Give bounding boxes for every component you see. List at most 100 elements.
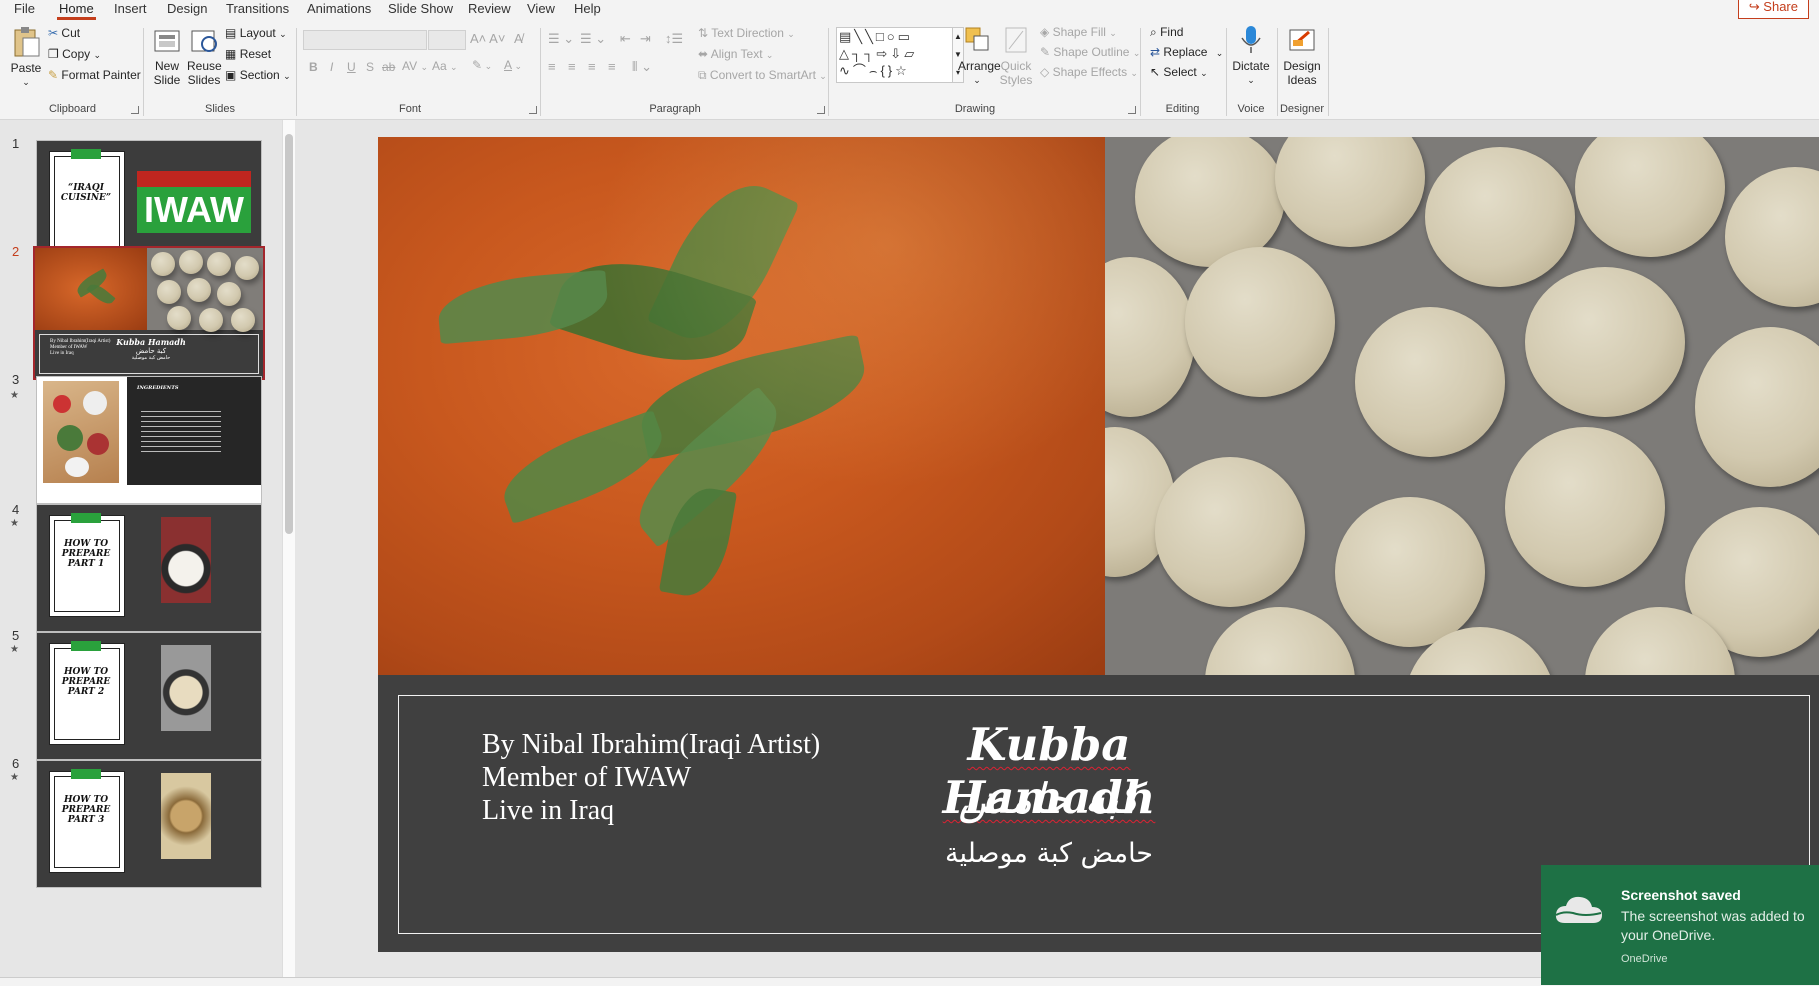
tab-view[interactable]: View	[527, 1, 555, 16]
reuse-slides-button[interactable]: Reuse Slides	[187, 26, 222, 87]
numbering-icon[interactable]: ☰ ⌄	[580, 31, 606, 47]
align-text-icon: ⬌	[698, 47, 709, 61]
italic-button[interactable]: I	[330, 60, 333, 74]
shape-effects-button[interactable]: ◇ Shape Effects ⌄	[1040, 65, 1138, 79]
shape-outline-button[interactable]: ✎ Shape Outline ⌄	[1040, 45, 1140, 59]
booklet-clip	[71, 513, 101, 523]
justify-icon[interactable]: ≡	[608, 59, 616, 74]
new-slide-label: New Slide	[153, 59, 181, 87]
select-button[interactable]: ↖ Select ⌄	[1150, 65, 1208, 79]
tab-transitions[interactable]: Transitions	[226, 1, 289, 16]
paste-button[interactable]: Paste ⌄	[8, 26, 44, 89]
slide-thumbnail-4[interactable]: HOW TO PREPARE PART 1	[36, 504, 262, 632]
broth-photo[interactable]	[378, 137, 1105, 675]
text-direction-button[interactable]: ⇅ Text Direction ⌄	[698, 26, 795, 40]
highlight-icon[interactable]: ✎ ⌄	[472, 58, 492, 72]
font-launcher-icon[interactable]	[529, 106, 537, 114]
bold-button[interactable]: B	[309, 60, 318, 74]
quick-styles-button[interactable]: Quick Styles	[998, 24, 1034, 87]
share-button[interactable]: ↪ Share	[1737, 0, 1809, 19]
bullets-icon[interactable]: ☰ ⌄	[548, 31, 574, 47]
slide-thumbnail-5[interactable]: HOW TO PREPARE PART 2	[36, 632, 262, 760]
reset-button[interactable]: ▦ Reset	[225, 47, 271, 61]
design-ideas-button[interactable]: Design Ideas	[1281, 24, 1323, 87]
increase-indent-icon[interactable]: ⇥	[640, 31, 651, 47]
ingredients-thumb-image	[43, 381, 119, 483]
editing-group-label: Editing	[1165, 103, 1200, 115]
animation-star-icon: ★	[10, 772, 19, 783]
slide-thumbnail-3[interactable]: INGREDIENTS	[36, 376, 262, 504]
current-slide[interactable]: By Nibal Ibrahim(Iraqi Artist) Member of…	[378, 137, 1819, 952]
font-color-icon[interactable]: A ⌄	[504, 58, 522, 72]
cloud-icon	[1555, 896, 1602, 923]
clipboard-launcher-icon[interactable]	[131, 106, 139, 114]
pen-icon: ✎	[1040, 45, 1051, 59]
columns-icon[interactable]: ⫴ ⌄	[632, 59, 652, 75]
tab-design[interactable]: Design	[167, 1, 207, 16]
share-icon: ↪	[1748, 0, 1760, 14]
font-size-combobox[interactable]	[428, 30, 466, 50]
section-button[interactable]: ▣ Section ⌄	[225, 68, 291, 82]
kubba-patties-photo[interactable]	[1105, 137, 1819, 675]
thumbnails-scrollbar[interactable]	[282, 120, 295, 980]
paragraph-launcher-icon[interactable]	[817, 106, 825, 114]
format-painter-button[interactable]: ✎ Format Painter	[48, 68, 141, 82]
tab-insert[interactable]: Insert	[114, 1, 147, 16]
tab-home[interactable]: Home	[57, 1, 96, 20]
clear-format-icon[interactable]: A̸	[514, 31, 523, 46]
grow-font-icon[interactable]: A˄ A˅	[470, 31, 505, 46]
new-slide-button[interactable]: New Slide	[149, 26, 185, 87]
brush-icon: ✎	[48, 68, 59, 82]
align-text-button[interactable]: ⬌ Align Text ⌄	[698, 47, 773, 61]
animation-star-icon: ★	[10, 644, 19, 655]
align-left-icon[interactable]: ≡	[548, 59, 556, 74]
slide-title-arabic[interactable]: كبة حامض	[859, 774, 1239, 823]
slide-thumbnail-6[interactable]: HOW TO PREPARE PART 3	[36, 760, 262, 888]
shape-fill-button[interactable]: ◈ Shape Fill ⌄	[1040, 25, 1117, 39]
effects-icon: ◇	[1040, 65, 1050, 79]
find-button[interactable]: ⌕ Find	[1150, 25, 1183, 40]
align-right-icon[interactable]: ≡	[588, 59, 596, 74]
replace-button[interactable]: ⇄ Replace ⌄	[1150, 45, 1223, 59]
slide-number: 4	[12, 502, 20, 517]
tab-review[interactable]: Review	[468, 1, 511, 16]
drawing-launcher-icon[interactable]	[1128, 106, 1136, 114]
microphone-icon	[1241, 26, 1261, 53]
shadow-button[interactable]: S	[366, 60, 374, 74]
onedrive-toast[interactable]: Screenshot saved The screenshot was adde…	[1541, 865, 1819, 985]
character-spacing-button[interactable]: AV ⌄	[402, 59, 428, 73]
slide-thumbnails-pane: 1 “IRAQI CUISINE” IWAW 2 By Nibal Ibrahi…	[0, 120, 300, 985]
arrange-button[interactable]: Arrange ⌄	[958, 24, 1001, 87]
copy-icon: ❐	[48, 47, 59, 61]
copy-button[interactable]: ❐ Copy ⌄	[48, 47, 101, 61]
slide-number: 3	[12, 372, 20, 387]
font-name-combobox[interactable]	[303, 30, 427, 50]
underline-button[interactable]: U	[347, 60, 356, 74]
arrange-label: Arrange	[958, 59, 1001, 73]
thumb-title: HOW TO PREPARE PART 2	[61, 667, 111, 697]
layout-button[interactable]: ▤ Layout ⌄	[225, 26, 287, 40]
tab-file[interactable]: File	[14, 1, 35, 16]
shapes-gallery[interactable]: ▤╲╲□○▭ △┐┐⇨⇩▱ ∿⌒⌢{}☆	[836, 27, 956, 83]
tab-animations[interactable]: Animations	[307, 1, 371, 16]
animation-star-icon: ★	[10, 390, 19, 401]
dictate-button[interactable]: Dictate ⌄	[1232, 24, 1270, 87]
slide-thumbnail-2[interactable]: By Nibal Ibrahim(Iraqi Artist) Member of …	[33, 246, 265, 380]
author-text[interactable]: By Nibal Ibrahim(Iraqi Artist) Member of…	[482, 728, 820, 827]
change-case-button[interactable]: Aa ⌄	[432, 59, 458, 73]
strikethrough-button[interactable]: ab	[382, 60, 395, 74]
clipboard-group-label: Clipboard	[48, 103, 97, 115]
align-center-icon[interactable]: ≡	[568, 59, 576, 74]
cut-button[interactable]: ✂ Cut	[48, 26, 80, 40]
slide-subtitle-arabic[interactable]: حامض كبة موصلية	[859, 838, 1239, 869]
design-ideas-icon	[1289, 29, 1315, 51]
convert-smartart-button[interactable]: ⧉ Convert to SmartArt ⌄	[698, 68, 827, 83]
tab-help[interactable]: Help	[574, 1, 601, 16]
line-spacing-icon[interactable]: ↕☰	[665, 31, 683, 47]
tab-slide-show[interactable]: Slide Show	[388, 1, 453, 16]
paragraph-group-label: Paragraph	[649, 103, 701, 115]
decrease-indent-icon[interactable]: ⇤	[620, 31, 631, 47]
reuse-slides-label: Reuse Slides	[187, 59, 222, 87]
member-line: Member of IWAW	[482, 762, 692, 793]
toast-source: OneDrive	[1621, 953, 1668, 965]
